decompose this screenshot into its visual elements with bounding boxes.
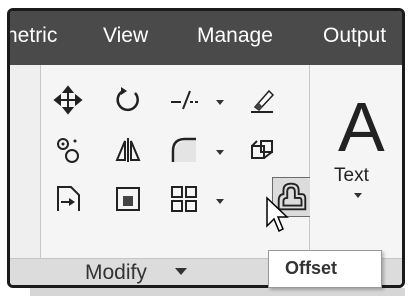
modify-panel-title[interactable]: Modify [85, 261, 147, 285]
mouse-cursor-icon [265, 196, 291, 239]
array-tool[interactable] [167, 182, 201, 216]
rotate-tool[interactable] [111, 83, 145, 117]
array-icon [171, 186, 197, 212]
stretch-icon [57, 186, 80, 211]
fillet-dropdown-arrow[interactable] [216, 150, 224, 155]
ribbon-tab-bar: netric View Manage Output [10, 11, 402, 65]
explode-icon [251, 140, 273, 159]
mirror-tool[interactable] [111, 133, 145, 167]
text-dropdown-arrow[interactable] [354, 193, 362, 198]
move-icon [53, 85, 83, 115]
explode-tool[interactable] [245, 133, 279, 167]
move-tool[interactable] [51, 83, 85, 117]
rotate-icon [116, 87, 139, 112]
left-panel-edge [10, 65, 41, 258]
mirror-icon [115, 138, 141, 162]
modify-panel-expand-arrow[interactable] [175, 268, 187, 275]
trim-icon [171, 90, 198, 110]
stretch-tool[interactable] [51, 182, 85, 216]
offset-tooltip: Offset [268, 250, 382, 288]
copy-tool[interactable] [51, 133, 85, 167]
annotation-panel: A Text [310, 65, 402, 258]
array-dropdown-arrow[interactable] [216, 199, 224, 204]
tooltip-label: Offset [285, 258, 338, 278]
fillet-tool[interactable] [167, 133, 201, 167]
scale-tool[interactable] [111, 182, 145, 216]
erase-icon [251, 89, 275, 113]
text-button-label[interactable]: Text [334, 165, 369, 187]
tab-view[interactable]: View [103, 24, 148, 48]
tab-output[interactable]: Output [323, 24, 386, 48]
fillet-icon [171, 137, 196, 162]
scale-icon [116, 187, 140, 211]
tab-parametric[interactable]: netric [10, 24, 57, 48]
text-big-glyph[interactable]: A [338, 87, 385, 167]
trim-tool[interactable] [167, 83, 201, 117]
copy-icon [57, 138, 79, 163]
tab-manage[interactable]: Manage [197, 24, 273, 48]
erase-tool[interactable] [245, 83, 279, 117]
trim-dropdown-arrow[interactable] [216, 100, 224, 105]
application-window: netric View Manage Output A Text Modify [7, 8, 405, 288]
window-shadow [30, 288, 405, 296]
